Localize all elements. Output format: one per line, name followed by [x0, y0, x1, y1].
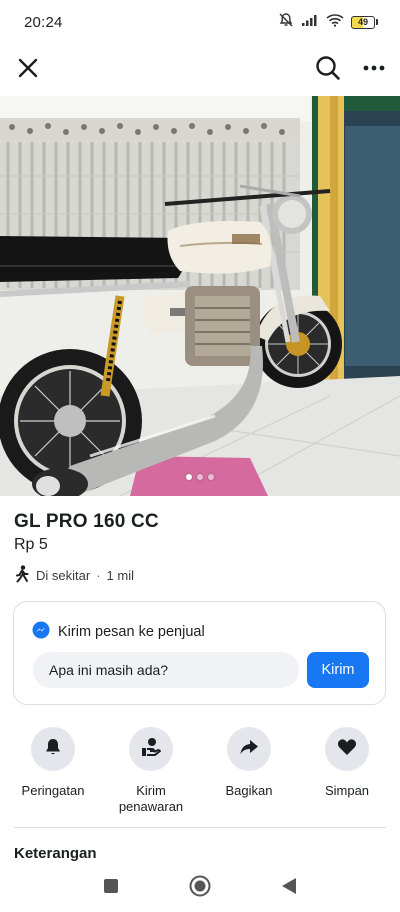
send-offer-button[interactable]: Kirim penawaran	[106, 727, 196, 815]
message-seller-card: Kirim pesan ke penjual Kirim	[13, 601, 386, 705]
save-circle[interactable]	[325, 727, 369, 771]
divider	[14, 827, 386, 828]
motorcycle-photo	[0, 96, 400, 496]
close-icon[interactable]	[14, 54, 42, 82]
share-button[interactable]: Bagikan	[204, 727, 294, 815]
more-icon[interactable]	[360, 54, 388, 82]
photo-dot[interactable]	[197, 474, 203, 480]
listing-photo[interactable]	[0, 96, 400, 496]
battery-icon: 49	[351, 15, 378, 29]
send-button[interactable]: Kirim	[307, 652, 369, 688]
message-seller-label: Kirim pesan ke penjual	[58, 624, 205, 640]
save-button[interactable]: Simpan	[302, 727, 392, 815]
action-row: Peringatan Kirim penawaran Bagikan Simpa…	[0, 727, 400, 815]
location-separator: ·	[96, 568, 101, 583]
back-icon[interactable]	[281, 877, 297, 900]
signal-icon	[301, 13, 319, 32]
home-icon[interactable]	[189, 875, 211, 902]
listing-title: GL PRO 160 CC	[14, 511, 159, 532]
system-nav-bar	[0, 864, 400, 912]
alert-label: Peringatan	[21, 783, 85, 798]
status-bar: 20:24 49	[0, 0, 400, 44]
message-input[interactable]	[33, 652, 299, 688]
recents-icon[interactable]	[103, 878, 119, 899]
alert-button[interactable]: Peringatan	[8, 727, 98, 815]
top-nav	[0, 44, 400, 92]
location-distance: 1 mil	[106, 568, 134, 583]
walking-person-icon	[14, 565, 30, 586]
share-icon	[239, 737, 259, 762]
listing-price: Rp 5	[14, 536, 48, 553]
location-text: Di sekitar	[36, 568, 91, 583]
photo-dot[interactable]	[186, 474, 192, 480]
description-heading: Keterangan	[14, 845, 97, 862]
save-label: Simpan	[324, 783, 370, 798]
message-seller-header: Kirim pesan ke penjual	[32, 621, 205, 643]
search-icon[interactable]	[314, 54, 342, 82]
share-label: Bagikan	[225, 783, 273, 798]
mute-icon	[278, 12, 294, 33]
wifi-icon	[326, 13, 344, 32]
offer-hand-icon	[140, 736, 162, 763]
heart-icon	[337, 738, 357, 761]
send-offer-circle[interactable]	[129, 727, 173, 771]
listing-location: Di sekitar · 1 mil	[14, 565, 134, 586]
photo-pagination	[0, 474, 400, 480]
photo-dot[interactable]	[208, 474, 214, 480]
bell-icon	[43, 737, 63, 762]
messenger-icon	[32, 621, 50, 643]
status-time: 20:24	[24, 13, 63, 31]
alert-circle[interactable]	[31, 727, 75, 771]
battery-level: 49	[351, 15, 375, 29]
status-icons: 49	[278, 12, 378, 33]
send-offer-label: Kirim penawaran	[118, 783, 184, 814]
share-circle[interactable]	[227, 727, 271, 771]
